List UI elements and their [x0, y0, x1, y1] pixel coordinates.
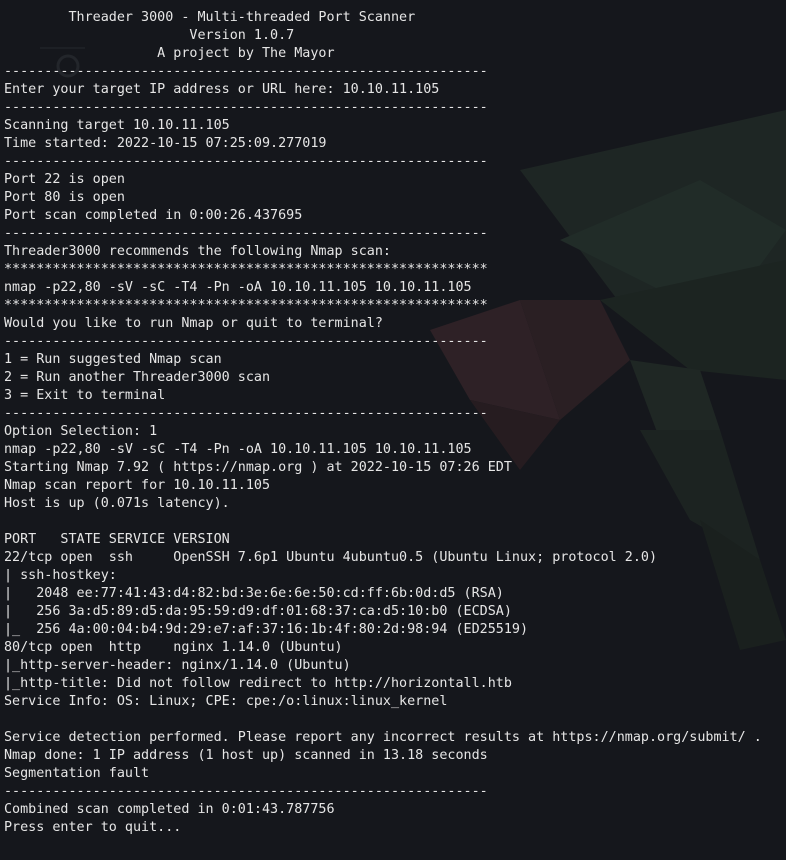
port-scan-completed-line: Port scan completed in 0:00:26.437695 — [4, 208, 303, 223]
segmentation-fault-line: Segmentation fault — [4, 766, 150, 781]
target-prompt: Enter your target IP address or URL here… — [4, 82, 440, 97]
nmap-start-line: Starting Nmap 7.92 ( https://nmap.org ) … — [4, 460, 512, 475]
recommendation-line: Threader3000 recommends the following Nm… — [4, 244, 391, 259]
press-enter-prompt[interactable]: Press enter to quit... — [4, 819, 786, 837]
separator-line: ----------------------------------------… — [4, 226, 488, 241]
separator-line: ----------------------------------------… — [4, 100, 488, 115]
recommended-nmap-command: nmap -p22,80 -sV -sC -T4 -Pn -oA 10.10.1… — [4, 280, 472, 295]
option-selection-line: Option Selection: 1 — [4, 424, 158, 439]
http-title-line: |_http-title: Did not follow redirect to… — [4, 676, 512, 691]
terminal-output[interactable]: ----------------------------------------… — [4, 0, 786, 860]
nmap-command-line: nmap -p22,80 -sV -sC -T4 -Pn -oA 10.10.1… — [4, 442, 472, 457]
nmap-report-line: Nmap scan report for 10.10.11.105 — [4, 478, 271, 493]
service-detection-line: Service detection performed. Please repo… — [4, 730, 762, 745]
hostkey-ed25519-line: |_ 256 4a:00:04:b4:9d:29:e7:af:37:16:1b:… — [4, 622, 529, 637]
hostkey-ecdsa-line: | 256 3a:d5:89:d5:da:95:59:d9:df:01:68:3… — [4, 604, 512, 619]
menu-option-2: 2 = Run another Threader3000 scan — [4, 370, 271, 385]
time-started-line: Time started: 2022-10-15 07:25:09.277019 — [4, 136, 327, 151]
hostkey-rsa-line: | 2048 ee:77:41:43:d4:82:bd:3e:6e:6e:50:… — [4, 586, 504, 601]
separator-line: ----------------------------------------… — [4, 154, 488, 169]
http-server-header-line: |_http-server-header: nginx/1.14.0 (Ubun… — [4, 658, 351, 673]
asterisk-separator: ****************************************… — [4, 298, 488, 313]
banner-title: Threader 3000 - Multi-threaded Port Scan… — [4, 10, 416, 25]
scanning-target-line: Scanning target 10.10.11.105 — [4, 118, 230, 133]
host-up-line: Host is up (0.071s latency). — [4, 496, 230, 511]
port-row-ssh: 22/tcp open ssh OpenSSH 7.6p1 Ubuntu 4ub… — [4, 550, 658, 565]
port-row-http: 80/tcp open http nginx 1.14.0 (Ubuntu) — [4, 640, 343, 655]
port-open-line: Port 80 is open — [4, 190, 125, 205]
ssh-hostkey-line: | ssh-hostkey: — [4, 568, 117, 583]
separator-line: ----------------------------------------… — [4, 406, 488, 421]
combined-scan-completed-line: Combined scan completed in 0:01:43.78775… — [4, 802, 335, 817]
separator-line: ----------------------------------------… — [4, 334, 488, 349]
banner-author: A project by The Mayor — [4, 46, 335, 61]
separator-line: ----------------------------------------… — [4, 0, 786, 9]
port-table-header: PORT STATE SERVICE VERSION — [4, 532, 230, 547]
service-info-line: Service Info: OS: Linux; CPE: cpe:/o:lin… — [4, 694, 448, 709]
separator-line: ----------------------------------------… — [4, 784, 488, 799]
menu-option-3: 3 = Exit to terminal — [4, 388, 166, 403]
menu-option-1: 1 = Run suggested Nmap scan — [4, 352, 222, 367]
banner-version: Version 1.0.7 — [4, 28, 295, 43]
separator-line: ----------------------------------------… — [4, 64, 488, 79]
asterisk-separator: ****************************************… — [4, 262, 488, 277]
nmap-done-line: Nmap done: 1 IP address (1 host up) scan… — [4, 748, 488, 763]
run-or-quit-prompt: Would you like to run Nmap or quit to te… — [4, 316, 383, 331]
port-open-line: Port 22 is open — [4, 172, 125, 187]
